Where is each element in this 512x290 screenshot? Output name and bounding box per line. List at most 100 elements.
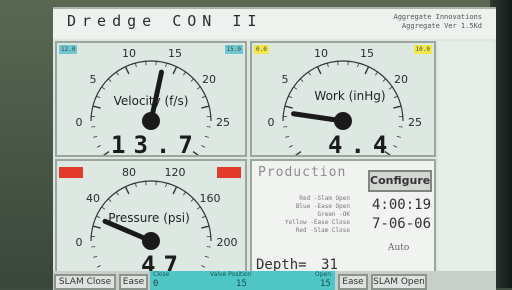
work-scale-10: 10 [314,47,328,60]
valve-close-label: Close [153,271,169,278]
clock-time: 4:00:19 [372,197,431,213]
velocity-scale-15: 15 [168,47,182,60]
work-readout: 4.4 [328,131,395,159]
pressure-panel: 0 40 80 120 160 200 Pressure (psi) 47 [55,159,247,277]
pressure-hub [142,232,160,250]
app-title: Dredge CON II [67,12,262,30]
status-legend: Red -Slam Open Blue -Ease Open Green -OK… [260,195,350,235]
pressure-tick [102,207,105,209]
company-name: Aggregate Innovations [393,13,482,22]
velocity-tick [183,72,185,75]
work-tick [289,145,293,147]
production-panel: Production Configure 4:00:19 7-06-06 Aut… [250,159,436,277]
work-tick [389,87,392,89]
velocity-tick [197,87,200,89]
velocity-tick [108,79,111,82]
velocity-panel: 12.0 15.0 0 5 10 15 20 25 Velocity (f/s)… [55,41,247,157]
work-tick [294,87,297,89]
work-tick [285,106,293,108]
pressure-tick [201,265,205,267]
work-tick [394,96,398,98]
clock-date: 7-06-06 [372,216,431,232]
work-hub [334,112,352,130]
work-tick [300,79,303,82]
legend-item: Green -OK [260,211,350,219]
work-tick [308,72,310,75]
velocity-tick [201,106,209,108]
velocity-tick [125,67,128,74]
pressure-tick [201,226,209,228]
pressure-tick [202,216,206,218]
pressure-tick [197,207,200,209]
velocity-scale-10: 10 [122,47,136,60]
pressure-tick [135,183,136,187]
pressure-title: Pressure (psi) [108,211,190,225]
work-tick [358,63,359,67]
velocity-scale-25: 25 [216,116,230,129]
work-tick [397,136,401,137]
pressure-scale-200: 200 [217,236,238,249]
pressure-tick [191,199,194,202]
valve-control-bar: SLAM Close Ease Close Valve Position Ope… [53,271,496,290]
legend-item: Yellow -Ease Close [260,219,350,227]
hmi-screen: Dredge CON II Aggregate Innovations Aggr… [53,7,496,290]
work-tick [317,67,320,74]
velocity-tick [201,145,205,147]
velocity-scale-0: 0 [76,116,83,129]
valve-position-bar: Close Valve Position Open 0 15 15 [150,271,335,290]
velocity-tick [202,96,206,98]
velocity-tick [116,72,118,75]
velocity-tick [93,106,101,108]
company-info: Aggregate Innovations Aggregate Ver 1.5K… [393,13,482,31]
velocity-hub [142,112,160,130]
legend-item: Red -Slam Open [260,195,350,203]
velocity-tick [102,152,108,155]
work-scale-0: 0 [268,116,275,129]
work-tick [294,152,300,155]
pressure-tick [125,187,128,194]
velocity-tick [93,136,97,137]
pressure-tick [183,192,185,195]
work-scale-25: 25 [408,116,422,129]
pressure-scale-160: 160 [200,192,221,205]
legend-item: Blue -Ease Open [260,203,350,211]
velocity-title: Velocity (f/s) [114,94,189,108]
valve-position-title: Valve Position [210,271,252,278]
work-tick [375,72,377,75]
pressure-tick [93,226,101,228]
version-text: Aggregate Ver 1.5Kd [393,22,482,31]
work-tick [285,136,289,137]
velocity-tick [166,63,167,67]
velocity-scale-5: 5 [90,73,97,86]
work-tick [365,67,368,74]
pressure-scale-80: 80 [122,166,136,179]
pressure-scale-40: 40 [86,192,100,205]
pressure-scale-120: 120 [165,166,186,179]
pressure-tick [97,265,101,267]
pressure-tick [173,187,176,194]
velocity-scale-20: 20 [202,73,216,86]
legend-item: Red -Slam Close [260,227,350,235]
work-title: Work (inHg) [314,89,385,103]
valve-open-label: Open [315,271,331,278]
work-scale-20: 20 [394,73,408,86]
velocity-tick [102,87,105,89]
velocity-tick [97,145,101,147]
right-column [438,41,494,277]
pressure-scale-0: 0 [76,236,83,249]
work-tick [383,79,386,82]
pressure-tick [93,256,97,257]
work-scale-15: 15 [360,47,374,60]
work-tick [288,96,292,98]
work-panel: 0.0 10.0 0 5 10 15 20 25 Work (inHg) 4.4 [250,41,436,157]
velocity-tick [96,96,100,98]
work-tick [393,106,401,108]
mode-indicator: Auto [388,243,409,253]
pressure-tick [116,192,118,195]
velocity-tick [135,63,136,67]
work-tick [327,63,328,67]
velocity-tick [191,79,194,82]
header: Dredge CON II Aggregate Innovations Aggr… [53,9,496,39]
work-scale-5: 5 [282,73,289,86]
configure-button[interactable]: Configure [368,170,432,192]
